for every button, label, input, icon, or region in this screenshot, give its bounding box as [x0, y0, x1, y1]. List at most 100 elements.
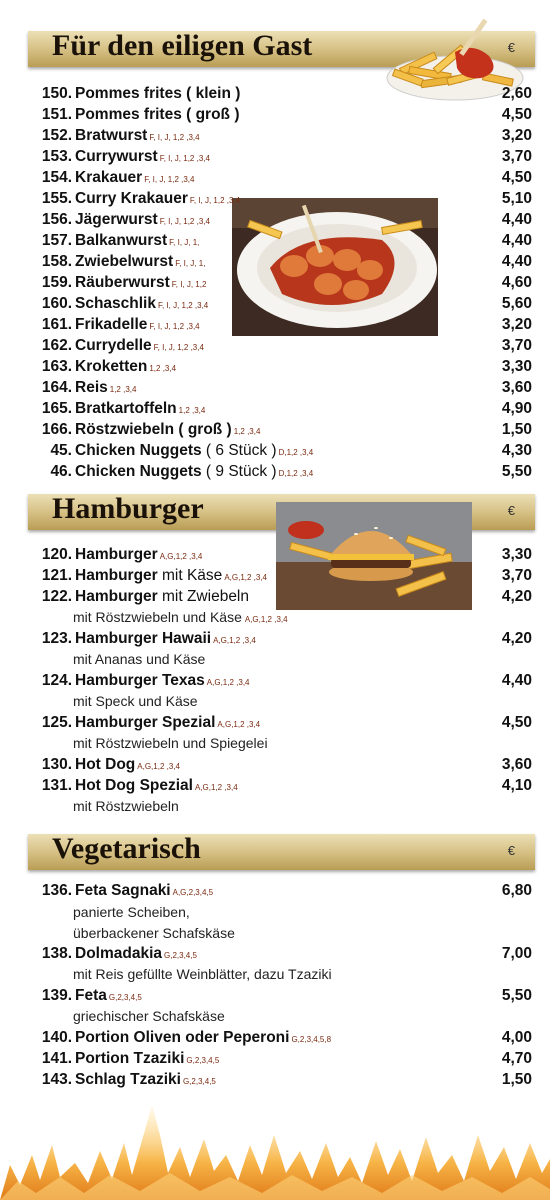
item-allergens: F, I, J, 1,2 ,3,4 — [159, 217, 210, 226]
menu-item: 136. Feta Sagnaki A,G,2,3,4,5 6,80 — [30, 882, 535, 900]
item-description: überbackener Schafskäse — [73, 925, 235, 941]
item-name: Kroketten — [75, 358, 148, 375]
item-name: Chicken Nuggets — [75, 463, 202, 480]
menu-item: 155. Curry Krakauer F, I, J, 1,2 ,3,4 5,10 — [30, 190, 535, 208]
item-price: 1,50 — [501, 421, 532, 438]
item-allergens: A,G,1,2 ,3,4 — [224, 573, 268, 582]
item-allergens: F, I, J, 1,2 ,3,4 — [149, 322, 200, 331]
item-name: Curry Krakauer — [75, 190, 188, 207]
item-allergens: A,G,1,2 ,3,4 — [206, 678, 250, 687]
menu-item: 120. Hamburger A,G,1,2 ,3,4 3,30 — [30, 546, 535, 564]
item-allergens: F, I, J, 1, — [169, 238, 200, 247]
item-price: 3,20 — [501, 127, 532, 144]
item-number: 153. — [41, 148, 72, 165]
item-allergens: D,1,2 ,3,4 — [278, 469, 314, 478]
item-price: 5,10 — [501, 190, 532, 207]
currency-label: € — [507, 503, 515, 518]
menu-item: 124. Hamburger Texas A,G,1,2 ,3,4 4,40 — [30, 672, 535, 690]
item-number: 125. — [41, 714, 72, 731]
item-number: 166. — [41, 421, 72, 438]
menu-item: 154. Krakauer F, I, J, 1,2 ,3,4 4,50 — [30, 169, 535, 187]
item-number: 164. — [41, 379, 72, 396]
item-number: 131. — [41, 777, 72, 794]
item-name: Bratkartoffeln — [75, 400, 177, 417]
menu-item: 141. Portion Tzaziki G,2,3,4,5 4,70 — [30, 1050, 535, 1068]
item-price: 6,80 — [501, 882, 532, 899]
item-price: 4,50 — [501, 106, 532, 123]
item-allergens: F, I, J, 1,2 ,3,4 — [189, 196, 241, 205]
menu-item: 152. Bratwurst F, I, J, 1,2 ,3,4 3,20 — [30, 127, 535, 145]
item-name: Hamburger Hawaii — [75, 630, 212, 647]
item-number: 152. — [41, 127, 72, 144]
item-price: 4,40 — [501, 672, 532, 689]
item-allergens: F, I, J, 1,2 ,3,4 — [149, 133, 200, 142]
item-allergens: G,2,3,4,5,8 — [291, 1035, 332, 1044]
menu-item: 164. Reis 1,2 ,3,4 3,60 — [30, 379, 535, 397]
flames-decoration — [0, 1105, 550, 1200]
menu-item: 151. Pommes frites ( groß ) 4,50 — [30, 106, 535, 124]
item-allergens: A,G,1,2 ,3,4 — [194, 783, 238, 792]
item-number: 165. — [41, 400, 72, 417]
item-allergens: 1,2 ,3,4 — [149, 364, 177, 373]
item-number: 123. — [41, 630, 72, 647]
item-name: Räuberwurst — [75, 274, 170, 291]
item-name: Hamburger — [75, 588, 158, 605]
item-name: Dolmadakia — [75, 945, 163, 962]
item-price: 4,50 — [501, 169, 532, 186]
item-allergens: A,G,1,2 ,3,4 — [213, 636, 256, 645]
item-name: Hamburger Spezial — [75, 714, 216, 731]
item-allergens: A,G,1,2 ,3,4 — [137, 762, 180, 771]
item-name: Hamburger Texas — [75, 672, 205, 689]
item-name: Frikadelle — [75, 316, 148, 333]
item-price: 4,40 — [501, 253, 532, 270]
item-allergens: F, I, J, 1,2 — [171, 280, 207, 289]
item-number: 163. — [41, 358, 72, 375]
item-description: mit Röstzwiebeln und Käse A,G,1,2 ,3,4 — [73, 609, 288, 625]
item-name: Schaschlik — [75, 295, 156, 312]
menu-item: 166. Röstzwiebeln ( groß ) 1,2 ,3,4 1,50 — [30, 421, 535, 439]
desc-text: mit Röstzwiebeln und Käse — [73, 609, 242, 625]
item-name: Feta — [75, 987, 107, 1004]
item-number: 155. — [41, 190, 72, 207]
menu-item: 140. Portion Oliven oder Peperoni G,2,3,4,… — [30, 1029, 535, 1047]
item-price: 4,20 — [501, 630, 532, 647]
item-allergens: A,G,2,3,4,5 — [172, 888, 214, 897]
section-banner-veg: Vegetarisch € — [28, 832, 535, 870]
item-price: 3,60 — [501, 756, 532, 773]
item-number: 124. — [41, 672, 72, 689]
menu-item: 125. Hamburger Spezial A,G,1,2 ,3,4 4,50 — [30, 714, 535, 732]
item-allergens: G,2,3,4,5 — [164, 951, 197, 960]
item-name: Currywurst — [75, 148, 158, 165]
item-price: 7,00 — [501, 945, 532, 962]
item-allergens: F, I, J, 1,2 ,3,4 — [144, 175, 195, 184]
item-number: 120. — [41, 546, 72, 563]
item-number: 141. — [41, 1050, 72, 1067]
menu-item: 138. Dolmadakia G,2,3,4,5 7,00 — [30, 945, 535, 963]
item-allergens: D,1,2 ,3,4 — [278, 448, 314, 457]
item-price: 5,60 — [501, 295, 532, 312]
item-number: 150. — [41, 85, 72, 102]
item-number: 159. — [41, 274, 72, 291]
item-number: 154. — [41, 169, 72, 186]
item-allergens: G,2,3,4,5 — [108, 993, 142, 1002]
item-price: 3,30 — [501, 546, 532, 563]
item-price: 4,10 — [501, 777, 532, 794]
menu-item: 45. Chicken Nuggets ( 6 Stück ) D,1,2 ,3,4… — [30, 442, 535, 460]
item-number: 130. — [41, 756, 72, 773]
item-name: Pommes frites ( groß ) — [75, 106, 240, 123]
item-price: 4,90 — [501, 400, 532, 417]
item-description: mit Speck und Käse — [73, 693, 198, 709]
item-allergens: F, I, J, 1,2 ,3,4 — [153, 343, 204, 352]
item-price: 4,00 — [501, 1029, 532, 1046]
item-allergens: F, I, J, 1,2 ,3,4 — [158, 301, 209, 310]
item-name: Zwiebelwurst — [75, 253, 174, 270]
item-number: 161. — [41, 316, 72, 333]
menu-item: 46. Chicken Nuggets ( 9 Stück ) D,1,2 ,3,4… — [30, 463, 535, 481]
item-extra: mit Zwiebeln — [162, 588, 249, 605]
item-number: 156. — [41, 211, 72, 228]
item-description: mit Röstzwiebeln und Spiegelei — [73, 735, 268, 751]
menu-item: 162. Currydelle F, I, J, 1,2 ,3,4 3,70 — [30, 337, 535, 355]
menu-page: Für den eiligen Gast € 150. Pommes frite… — [0, 0, 550, 1200]
item-number: 140. — [41, 1029, 72, 1046]
item-allergens: 1,2 ,3,4 — [109, 385, 137, 394]
